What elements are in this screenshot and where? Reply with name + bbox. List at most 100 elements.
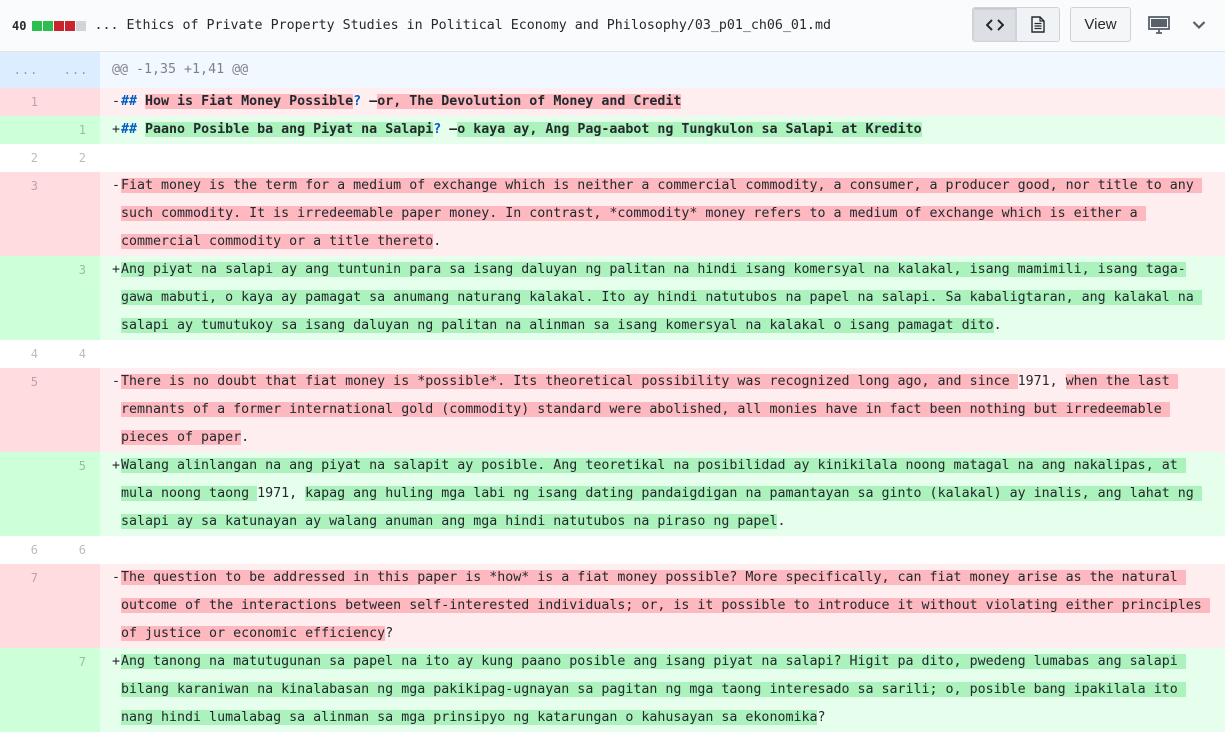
unchanged-text bbox=[137, 94, 145, 109]
file-text-icon bbox=[1031, 16, 1045, 33]
line-content: + Ang tanong na matutugunan sa papel na i… bbox=[100, 648, 1225, 732]
old-line-number[interactable] bbox=[0, 116, 52, 144]
old-line-number[interactable] bbox=[0, 648, 52, 732]
changed-text: Ang tanong na matutugunan sa papel na it… bbox=[121, 654, 1186, 725]
diff-table: ... ... @@ -1,35 +1,41 @@ 1 - ## How is Fi… bbox=[0, 52, 1225, 732]
display-options-button[interactable] bbox=[1147, 13, 1171, 37]
line-content bbox=[100, 340, 1225, 368]
old-line-number[interactable] bbox=[0, 256, 52, 340]
new-line-number[interactable]: 3 bbox=[52, 256, 100, 340]
changed-text: The question to be addressed in this pap… bbox=[121, 570, 1210, 641]
unchanged-text: ? bbox=[817, 710, 826, 725]
changed-text: There is no doubt that fiat money is *po… bbox=[121, 374, 1018, 389]
line-content: + Ang piyat na salapi ay ang tuntunin par… bbox=[100, 256, 1225, 340]
unchanged-text bbox=[137, 122, 145, 137]
changed-text: o kaya ay, Ang Pag-aabot ng Tungkulon sa… bbox=[457, 122, 922, 137]
new-line-number[interactable] bbox=[52, 564, 100, 648]
old-line-number[interactable]: 3 bbox=[0, 172, 52, 256]
added-line: 7 + Ang tanong na matutugunan sa papel na … bbox=[0, 648, 1225, 732]
new-line-number[interactable]: 5 bbox=[52, 452, 100, 536]
markdown-heading-marker: ## bbox=[121, 122, 138, 137]
line-text: ## Paano Posible ba ang Piyat na Salapi?… bbox=[112, 116, 1211, 144]
line-text: Fiat money is the term for a medium of e… bbox=[112, 172, 1211, 256]
file-actions: View bbox=[972, 7, 1211, 42]
diff-marker: - bbox=[112, 374, 121, 389]
rich-diff-button[interactable] bbox=[1016, 8, 1059, 41]
line-text: Ang piyat na salapi ay ang tuntunin para… bbox=[112, 256, 1211, 340]
added-line: 3 + Ang piyat na salapi ay ang tuntunin pa… bbox=[0, 256, 1225, 340]
diff-marker: + bbox=[112, 458, 121, 473]
line-content: - The question to be addressed in this pa… bbox=[100, 564, 1225, 648]
old-line-number[interactable] bbox=[0, 452, 52, 536]
diff-marker: - bbox=[112, 570, 121, 585]
line-text bbox=[112, 340, 1211, 368]
diff-lines: 1 - ## How is Fiat Money Possible? —or, Th… bbox=[0, 88, 1225, 732]
new-line-number[interactable]: 1 bbox=[52, 116, 100, 144]
new-line-number[interactable]: 7 bbox=[52, 648, 100, 732]
new-line-number[interactable] bbox=[52, 368, 100, 452]
source-diff-button[interactable] bbox=[973, 8, 1016, 41]
line-text: There is no doubt that fiat money is *po… bbox=[112, 368, 1211, 452]
old-line-number[interactable]: 7 bbox=[0, 564, 52, 648]
changed-text: Fiat money is the term for a medium of e… bbox=[121, 178, 1202, 249]
file-menu-button[interactable] bbox=[1187, 13, 1211, 37]
expand-down-button[interactable]: ... bbox=[52, 52, 100, 88]
old-line-number[interactable]: 2 bbox=[0, 144, 52, 172]
view-file-button[interactable]: View bbox=[1070, 7, 1131, 42]
diffstat-count: 40 bbox=[12, 18, 27, 33]
file-header: 40 ... Ethics of Private Property Studie… bbox=[0, 0, 1225, 52]
context-line: 66 bbox=[0, 536, 1225, 564]
old-line-number[interactable]: 6 bbox=[0, 536, 52, 564]
chevron-down-icon bbox=[1192, 20, 1206, 29]
line-text: The question to be addressed in this pap… bbox=[112, 564, 1211, 648]
unchanged-text: ? bbox=[385, 626, 394, 641]
context-line: 44 bbox=[0, 340, 1225, 368]
changed-text: How is Fiat Money Possible bbox=[145, 94, 354, 109]
hunk-header: @@ -1,35 +1,41 @@ bbox=[100, 52, 1225, 88]
new-line-number[interactable] bbox=[52, 88, 100, 116]
deleted-line: 3 - Fiat money is the term for a medium of… bbox=[0, 172, 1225, 256]
added-line: 1 + ## Paano Posible ba ang Piyat na Salap… bbox=[0, 116, 1225, 144]
desktop-icon bbox=[1148, 15, 1170, 34]
file-path[interactable]: ... Ethics of Private Property Studies i… bbox=[94, 18, 831, 33]
diffstat-bar bbox=[32, 20, 87, 31]
diffstat-block bbox=[65, 20, 76, 31]
diff-view-toggle bbox=[972, 7, 1060, 42]
unchanged-text: . bbox=[993, 318, 1002, 333]
line-content: - Fiat money is the term for a medium of … bbox=[100, 172, 1225, 256]
changed-text: Paano Posible ba ang Piyat na Salapi bbox=[145, 122, 434, 137]
unchanged-text: . bbox=[241, 430, 250, 445]
diff-marker: + bbox=[112, 262, 121, 277]
line-content: + ## Paano Posible ba ang Piyat na Salapi… bbox=[100, 116, 1225, 144]
unchanged-text: . bbox=[777, 514, 786, 529]
old-line-number[interactable]: 1 bbox=[0, 88, 52, 116]
new-line-number[interactable]: 6 bbox=[52, 536, 100, 564]
unchanged-text: ? bbox=[353, 94, 370, 109]
expand-up-button[interactable]: ... bbox=[0, 52, 52, 88]
markdown-heading-marker: ## bbox=[121, 94, 138, 109]
line-content bbox=[100, 536, 1225, 564]
unchanged-text: . bbox=[433, 234, 442, 249]
line-text bbox=[112, 536, 1211, 564]
old-line-number[interactable]: 5 bbox=[0, 368, 52, 452]
changed-text: Ang piyat na salapi ay ang tuntunin para… bbox=[121, 262, 1202, 333]
unchanged-text: — bbox=[369, 94, 378, 109]
new-line-number[interactable]: 2 bbox=[52, 144, 100, 172]
line-content: + Walang alinlangan na ang piyat na salap… bbox=[100, 452, 1225, 536]
diff-marker: + bbox=[112, 122, 121, 137]
diffstat-block bbox=[76, 20, 87, 31]
diffstat-block bbox=[32, 20, 43, 31]
diffstat-block bbox=[54, 20, 65, 31]
diff-marker: + bbox=[112, 654, 121, 669]
line-content bbox=[100, 144, 1225, 172]
changed-text: or, The Devolution of Money and Credit bbox=[377, 94, 682, 109]
deleted-line: 1 - ## How is Fiat Money Possible? —or, Th… bbox=[0, 88, 1225, 116]
new-line-number[interactable] bbox=[52, 172, 100, 256]
unchanged-text: 1971, bbox=[257, 486, 306, 501]
deleted-line: 7 - The question to be addressed in this p… bbox=[0, 564, 1225, 648]
old-line-number[interactable]: 4 bbox=[0, 340, 52, 368]
hunk-header-row: ... ... @@ -1,35 +1,41 @@ bbox=[0, 52, 1225, 88]
diffstat-block bbox=[43, 20, 54, 31]
new-line-number[interactable]: 4 bbox=[52, 340, 100, 368]
code-icon bbox=[985, 18, 1004, 31]
